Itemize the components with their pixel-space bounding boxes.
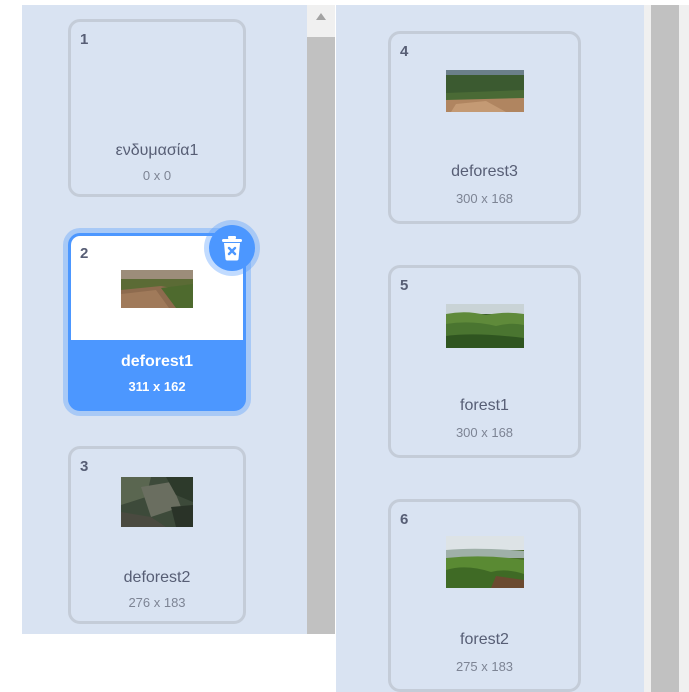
costume-size: 300 x 168 — [455, 191, 514, 206]
costume-list-screenshot: 1 ενδυμασία1 0 x 0 2 deforest1 311 x 162 — [0, 0, 689, 692]
costume-size: 300 x 168 — [455, 425, 514, 440]
costume-tile-3[interactable]: 3 deforest2 276 x 183 — [68, 446, 246, 624]
costume-thumbnail-deforest3 — [445, 70, 524, 112]
costume-size: 275 x 183 — [455, 659, 514, 674]
costume-size: 0 x 0 — [142, 168, 172, 183]
costume-tile-4[interactable]: 4 deforest3 300 x 168 — [388, 31, 581, 224]
right-scrollbar-thumb[interactable] — [651, 5, 679, 692]
left-scrollbar-thumb[interactable] — [307, 37, 335, 634]
costume-name: deforest1 — [120, 353, 194, 370]
right-scrollbar-track-edge — [679, 5, 689, 692]
costume-tile-1[interactable]: 1 ενδυμασία1 0 x 0 — [68, 19, 246, 197]
costume-name: forest1 — [460, 397, 509, 414]
right-scrollbar-track[interactable] — [644, 5, 651, 692]
costume-list-right-panel: 4 deforest3 300 x 168 5 forest1 300 x 16… — [336, 5, 644, 692]
costume-number: 4 — [400, 43, 409, 60]
costume-name: deforest2 — [123, 569, 191, 586]
costume-size: 276 x 183 — [128, 595, 186, 610]
costume-name: ενδυμασία1 — [115, 142, 199, 159]
costume-size: 311 x 162 — [128, 379, 186, 394]
costume-number: 2 — [80, 245, 89, 262]
delete-costume-button[interactable] — [209, 225, 255, 271]
costume-thumbnail-deforest2 — [121, 477, 193, 527]
trash-icon — [222, 236, 242, 261]
scroll-up-arrow-icon[interactable] — [316, 13, 326, 20]
costume-number: 1 — [80, 31, 89, 48]
costume-thumbnail-deforest1 — [121, 270, 193, 308]
costume-name: forest2 — [460, 631, 509, 648]
costume-tile-5[interactable]: 5 forest1 300 x 168 — [388, 265, 581, 458]
costume-thumbnail-forest1 — [445, 304, 524, 348]
costume-number: 3 — [80, 458, 89, 475]
costume-number: 6 — [400, 511, 409, 528]
costume-list-left-panel: 1 ενδυμασία1 0 x 0 2 deforest1 311 x 162 — [22, 5, 307, 634]
costume-tile-6[interactable]: 6 forest2 275 x 183 — [388, 499, 581, 692]
costume-name: deforest3 — [451, 163, 518, 180]
costume-number: 5 — [400, 277, 409, 294]
costume-thumbnail-forest2 — [445, 536, 524, 588]
